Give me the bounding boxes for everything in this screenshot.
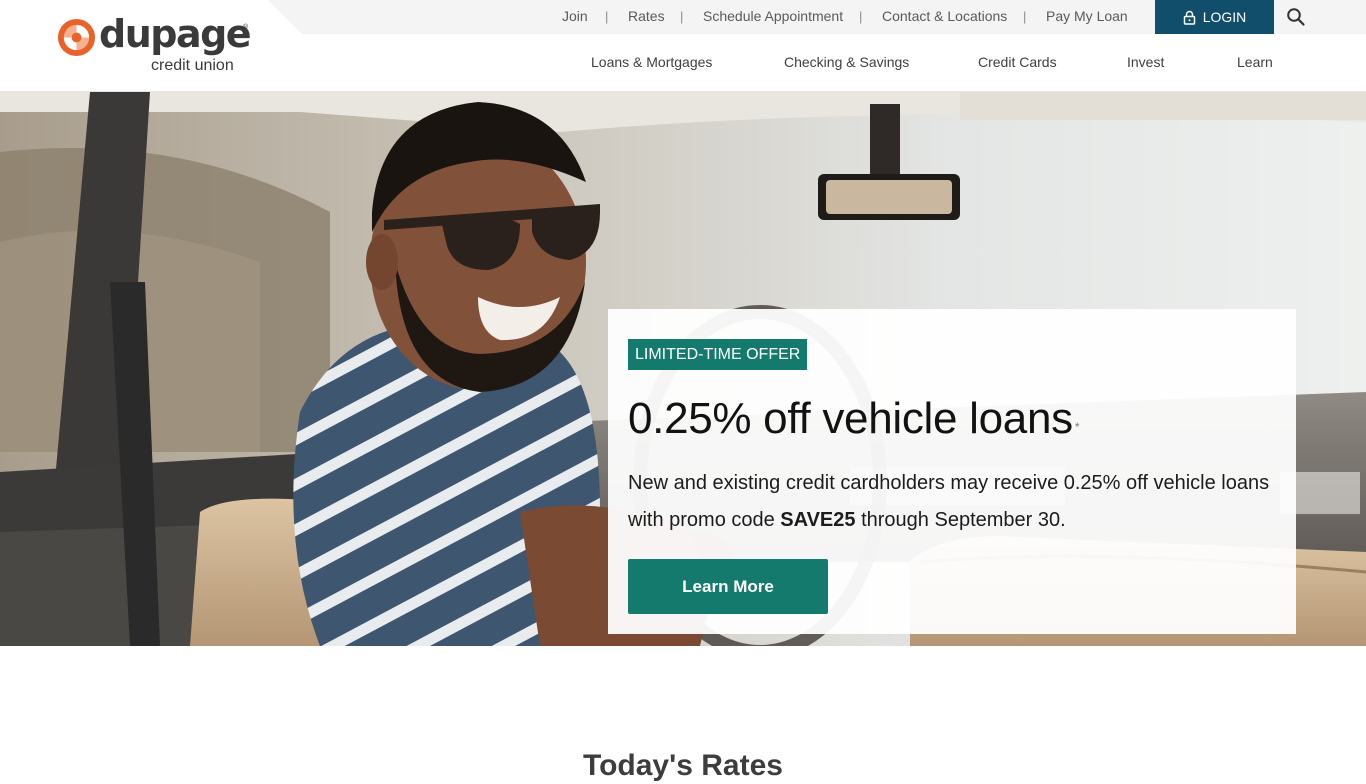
utility-link-rates[interactable]: Rates	[628, 8, 665, 25]
nav-loans-mortgages[interactable]: Loans & Mortgages	[591, 54, 712, 71]
utility-separator: |	[1023, 9, 1027, 24]
utility-separator: |	[680, 9, 684, 24]
search-button[interactable]	[1286, 7, 1306, 27]
offer-footnote-marker: *	[1074, 420, 1080, 434]
utility-link-contact-locations[interactable]: Contact & Locations	[882, 8, 1007, 25]
offer-description-part-2: through September 30.	[855, 509, 1066, 531]
logo-subtitle: credit union	[151, 57, 234, 74]
header-divider	[0, 91, 1366, 92]
offer-description: New and existing credit cardholders may …	[628, 465, 1288, 539]
offer-title: 0.25% off vehicle loans *	[628, 391, 1080, 447]
utility-separator: |	[859, 9, 863, 24]
search-icon	[1287, 8, 1305, 26]
site-header: dupage ® credit union Join | Rates | Sch…	[0, 0, 1366, 92]
promo-code: SAVE25	[780, 509, 856, 531]
utility-link-pay-my-loan[interactable]: Pay My Loan	[1046, 8, 1128, 25]
offer-title-text: 0.25% off vehicle loans	[628, 394, 1073, 443]
nav-credit-cards[interactable]: Credit Cards	[978, 54, 1057, 71]
nav-checking-savings[interactable]: Checking & Savings	[784, 54, 909, 71]
todays-rates-heading: Today's Rates	[583, 749, 783, 782]
limited-time-offer-badge: LIMITED-TIME OFFER	[628, 339, 808, 370]
utility-link-schedule-appointment[interactable]: Schedule Appointment	[703, 8, 843, 25]
login-label: LOGIN	[1202, 9, 1247, 25]
utility-separator: |	[605, 9, 609, 24]
utility-link-join[interactable]: Join	[562, 8, 588, 25]
nav-invest[interactable]: Invest	[1127, 54, 1164, 71]
hero-banner: LIMITED-TIME OFFER 0.25% off vehicle loa…	[0, 92, 1366, 646]
login-button[interactable]: LOGIN	[1155, 0, 1274, 34]
nav-learn[interactable]: Learn	[1237, 54, 1273, 71]
learn-more-button[interactable]: Learn More	[628, 559, 828, 614]
offer-card: LIMITED-TIME OFFER 0.25% off vehicle loa…	[608, 309, 1296, 634]
lock-icon	[1183, 10, 1195, 25]
